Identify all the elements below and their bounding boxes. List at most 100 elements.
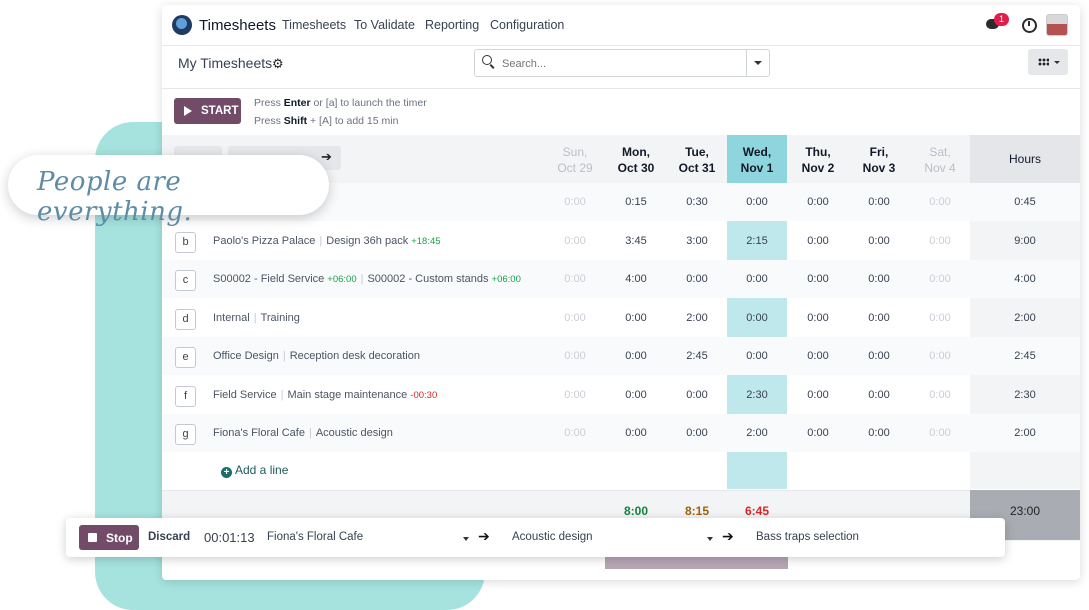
time-cell[interactable]: 0:00 (727, 312, 787, 324)
time-cell[interactable]: 0:00 (788, 312, 848, 324)
timer-project-field[interactable]: Fiona's Floral Cafe (267, 531, 363, 543)
time-cell[interactable]: 0:00 (910, 350, 970, 362)
time-cell[interactable]: 0:00 (727, 350, 787, 362)
menu-timesheets[interactable]: Timesheets (282, 18, 346, 32)
time-cell[interactable]: 0:00 (667, 389, 727, 401)
time-cell[interactable]: 0:00 (910, 273, 970, 285)
row-total: 2:00 (1014, 311, 1036, 324)
time-cell[interactable]: 0:00 (849, 273, 909, 285)
time-cell[interactable]: 0:00 (788, 235, 848, 247)
project-name: S00002 - Field Service (213, 273, 325, 285)
time-cell[interactable]: 0:00 (849, 196, 909, 208)
start-timer-button[interactable]: START (174, 98, 241, 124)
day-total: 8:00 (623, 504, 649, 518)
time-cell[interactable]: 4:00 (606, 273, 666, 285)
row-label: Field Service | Main stage maintenance -00:… (213, 388, 438, 401)
time-cell[interactable]: 0:00 (849, 350, 909, 362)
time-cell[interactable]: 0:00 (727, 273, 787, 285)
table-row[interactable]: b Paolo's Pizza Palace | Design 36h pack +18… (162, 222, 1080, 260)
time-cell[interactable]: 0:00 (910, 312, 970, 324)
row-shortcut-key: f (175, 385, 196, 407)
time-cell[interactable]: 0:00 (788, 196, 848, 208)
task-delta: -00:30 (410, 389, 438, 401)
row-shortcut-key: g (175, 424, 196, 445)
gear-icon[interactable]: ⚙ (272, 56, 284, 72)
menu-reporting[interactable]: Reporting (425, 18, 479, 32)
task-name: Training (260, 311, 300, 324)
time-cell[interactable]: 0:00 (606, 389, 666, 401)
row-label: Office Design | Reception desk decoration (213, 350, 420, 362)
time-cell[interactable]: 0:00 (545, 196, 605, 208)
user-avatar[interactable] (1046, 14, 1068, 36)
stop-icon (88, 533, 97, 542)
table-row[interactable]: f Field Service | Main stage maintenance -00… (162, 376, 1080, 414)
time-cell[interactable]: 0:00 (849, 235, 909, 247)
time-cell[interactable]: 0:00 (727, 196, 787, 208)
row-label: Paolo's Pizza Palace | Design 36h pack +18:… (213, 234, 441, 247)
time-cell[interactable]: 0:00 (788, 350, 848, 362)
time-cell[interactable]: 0:00 (910, 389, 970, 401)
time-cell[interactable]: 0:00 (667, 273, 727, 285)
time-cell[interactable]: 0:00 (849, 389, 909, 401)
discard-button[interactable]: Discard (148, 531, 190, 543)
time-cell[interactable]: 0:00 (545, 389, 605, 401)
time-cell[interactable]: 0:00 (545, 312, 605, 324)
time-cell[interactable]: 3:45 (606, 235, 666, 247)
project-dropdown-icon[interactable] (463, 537, 469, 541)
app-name[interactable]: Timesheets (199, 17, 276, 34)
time-cell[interactable]: 0:00 (849, 312, 909, 324)
time-cell[interactable]: 0:00 (910, 235, 970, 247)
day-header: Sat, Nov 4 (924, 145, 956, 175)
time-cell[interactable]: 0:15 (606, 196, 666, 208)
app-logo-icon[interactable] (172, 15, 192, 35)
time-cell[interactable]: 0:00 (545, 350, 605, 362)
timer-description-field[interactable]: Bass traps selection (756, 531, 859, 543)
running-timer-bar: Stop Discard 00:01:13 Fiona's Floral Caf… (66, 518, 1005, 557)
time-cell[interactable]: 2:30 (727, 389, 787, 401)
task-name: Main stage maintenance (287, 388, 408, 401)
table-row[interactable]: g Fiona's Floral Cafe | Acoustic design 0:00… (162, 414, 1080, 452)
time-cell[interactable]: 0:00 (606, 312, 666, 324)
search-input[interactable] (500, 50, 744, 78)
time-cell[interactable]: 0:00 (606, 427, 666, 439)
time-cell[interactable]: 0:00 (545, 427, 605, 439)
project-name: Fiona's Floral Cafe (213, 427, 305, 439)
time-cell[interactable]: 0:00 (788, 273, 848, 285)
time-cell[interactable]: 0:00 (545, 273, 605, 285)
time-cell[interactable]: 3:00 (667, 235, 727, 247)
time-cell[interactable]: 0:00 (910, 427, 970, 439)
time-cell[interactable]: 0:30 (667, 196, 727, 208)
project-name: Office Design (213, 350, 279, 362)
timer-task-field[interactable]: Acoustic design (512, 531, 593, 543)
time-cell[interactable]: 0:00 (545, 235, 605, 247)
activity-clock-icon[interactable] (1022, 18, 1037, 33)
arrow-right-icon: ➔ (478, 528, 490, 544)
add-line-button[interactable]: + Add a line (221, 463, 288, 478)
project-name: Field Service (213, 388, 277, 401)
navbar-divider (162, 45, 1080, 46)
time-cell[interactable]: 2:15 (727, 235, 787, 247)
table-row[interactable]: c S00002 - Field Service +06:00 | S00002 - C… (162, 260, 1080, 298)
time-cell[interactable]: 2:00 (727, 427, 787, 439)
stop-button[interactable]: Stop (79, 525, 139, 550)
menu-configuration[interactable]: Configuration (490, 18, 564, 32)
task-name: Design 36h pack (326, 234, 409, 247)
time-cell[interactable]: 0:00 (910, 196, 970, 208)
arrow-right-icon[interactable]: ➔ (321, 149, 332, 165)
overtime-bar (605, 557, 788, 569)
time-cell[interactable]: 0:00 (667, 427, 727, 439)
view-switcher-button[interactable] (1028, 49, 1068, 75)
time-cell[interactable]: 0:00 (788, 427, 848, 439)
time-cell[interactable]: 2:00 (667, 312, 727, 324)
search-options-toggle[interactable] (746, 50, 769, 76)
table-row[interactable]: d Internal | Training 0:00 0:00 2:00 0:00 0:00 0:… (162, 299, 1080, 337)
table-row[interactable]: e Office Design | Reception desk decoration… (162, 337, 1080, 375)
grand-total: 23:00 (1009, 504, 1041, 518)
time-cell[interactable]: 2:45 (667, 350, 727, 362)
time-cell[interactable]: 0:00 (849, 427, 909, 439)
time-cell[interactable]: 0:00 (788, 389, 848, 401)
day-header: Fri, Nov 3 (862, 145, 896, 175)
menu-to-validate[interactable]: To Validate (354, 18, 415, 32)
time-cell[interactable]: 0:00 (606, 350, 666, 362)
task-dropdown-icon[interactable] (707, 537, 713, 541)
